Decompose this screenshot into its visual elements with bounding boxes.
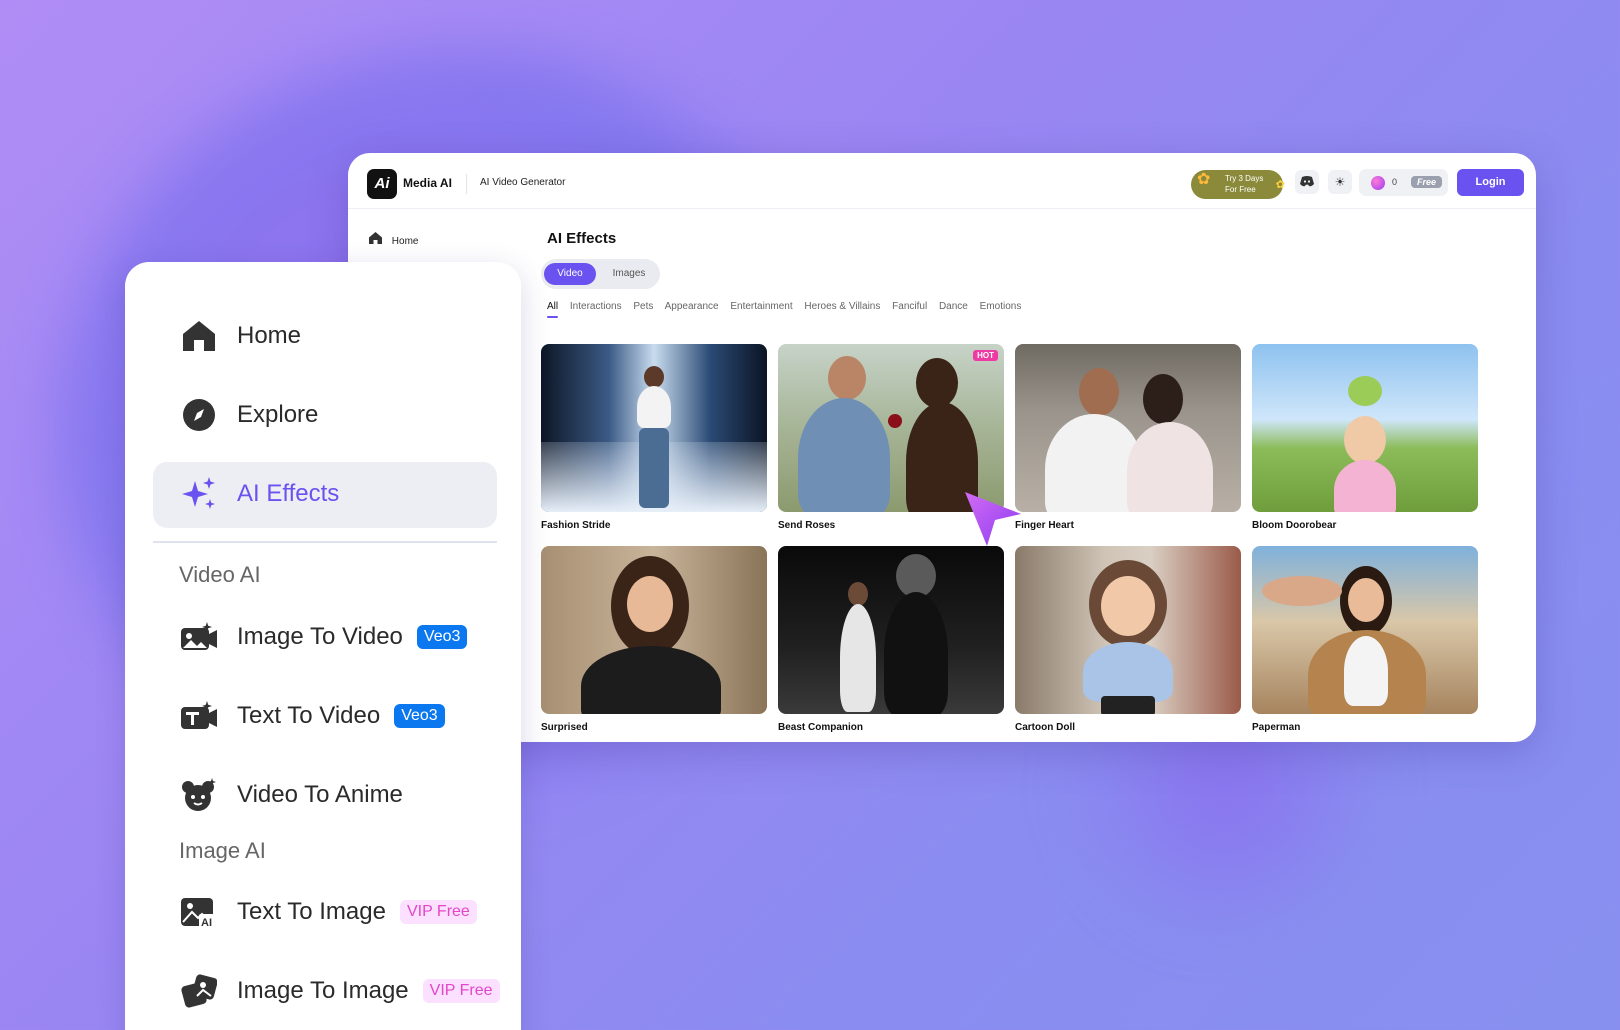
app-title: AI Video Generator (480, 177, 566, 188)
category-interactions[interactable]: Interactions (570, 301, 622, 312)
window-nav-home[interactable]: Home (369, 232, 418, 247)
ai-image-icon: AI (181, 894, 217, 930)
compass-icon (181, 397, 217, 433)
effect-card[interactable]: Finger Heart (1015, 344, 1241, 531)
sidebar-item-label: Text To Image (237, 898, 386, 925)
home-icon (181, 318, 217, 354)
app-window: Ai Media AI AI Video Generator ✿ Try 3 D… (348, 153, 1536, 742)
effect-thumbnail (1015, 546, 1241, 714)
trial-line-2: For Free (1225, 185, 1256, 194)
sidebar: Home Explore AI Effects Video AI Image T… (125, 262, 521, 1030)
section-heading-image-ai: Image AI (179, 838, 266, 863)
sidebar-item-explore[interactable]: Explore (181, 395, 318, 435)
effect-thumbnail: HOT (778, 344, 1004, 512)
sidebar-item-label: Image To Image (237, 977, 409, 1004)
sidebar-item-label: Video To Anime (237, 781, 403, 808)
vip-badge: VIP Free (422, 979, 500, 1003)
section-heading-video-ai: Video AI (179, 562, 261, 587)
effect-card[interactable]: Surprised (541, 546, 767, 733)
veo-badge: Veo3 (394, 704, 445, 728)
effect-title: Finger Heart (1015, 520, 1074, 531)
sidebar-item-home[interactable]: Home (181, 316, 301, 356)
divider (153, 541, 497, 543)
effect-title: Surprised (541, 722, 588, 733)
category-pets[interactable]: Pets (633, 301, 653, 312)
plan-badge: Free (1411, 176, 1443, 188)
effect-thumbnail (1252, 546, 1478, 714)
sidebar-item-text-to-image[interactable]: AI Text To Image VIP Free (181, 892, 477, 932)
sidebar-item-ai-effects[interactable]: AI Effects (181, 474, 339, 514)
top-bar: Ai Media AI AI Video Generator ✿ Try 3 D… (348, 153, 1536, 209)
effect-card[interactable]: Beast Companion (778, 546, 1004, 733)
effect-title: Cartoon Doll (1015, 722, 1075, 733)
effect-card[interactable]: Paperman (1252, 546, 1478, 733)
effect-thumbnail (541, 344, 767, 512)
home-icon (369, 232, 383, 247)
home-label: Home (391, 236, 419, 247)
anime-face-icon (181, 777, 217, 813)
image-video-icon (181, 619, 217, 655)
effect-thumbnail (541, 546, 767, 714)
logo[interactable]: Ai (367, 169, 397, 199)
credit-count: 0 (1392, 177, 1398, 187)
effect-title: Paperman (1252, 722, 1301, 733)
sidebar-item-label: AI Effects (237, 480, 340, 507)
effect-card[interactable]: Cartoon Doll (1015, 546, 1241, 733)
sparkle-icon (181, 476, 217, 512)
sidebar-item-label: Home (237, 322, 302, 349)
category-entertainment[interactable]: Entertainment (730, 301, 792, 312)
effect-thumbnail (778, 546, 1004, 714)
sidebar-item-image-to-image[interactable]: Image To Image VIP Free (181, 971, 500, 1011)
sidebar-item-label: Image To Video (237, 623, 403, 650)
login-button[interactable]: Login (1457, 169, 1524, 196)
effect-title: Bloom Doorobear (1252, 520, 1337, 531)
svg-text:AI: AI (201, 917, 212, 928)
divider (466, 174, 467, 194)
tab-images[interactable]: Images (601, 263, 657, 285)
category-emotions[interactable]: Emotions (980, 301, 1022, 312)
category-dance[interactable]: Dance (939, 301, 968, 312)
discord-icon[interactable] (1295, 170, 1319, 194)
sidebar-item-text-to-video[interactable]: Text To Video Veo3 (181, 696, 445, 736)
text-video-icon (181, 698, 217, 734)
credits-indicator[interactable]: 0 Free (1359, 169, 1448, 196)
trial-line-1: Try 3 Days (1225, 174, 1264, 183)
effect-title: Beast Companion (778, 722, 864, 733)
flower-icon: ✿ (1275, 179, 1285, 191)
sidebar-item-label: Text To Video (237, 702, 381, 729)
brand-name: Media AI (403, 176, 452, 190)
page-title: AI Effects (547, 230, 617, 247)
image-transform-icon (181, 973, 217, 1009)
sidebar-item-label: Explore (237, 401, 319, 428)
category-appearance[interactable]: Appearance (665, 301, 719, 312)
category-fanciful[interactable]: Fanciful (892, 301, 927, 312)
flower-icon: ✿ (1197, 171, 1211, 188)
effect-thumbnail (1252, 344, 1478, 512)
vip-badge: VIP Free (399, 900, 477, 924)
tab-video[interactable]: Video (544, 263, 596, 285)
effect-title: Fashion Stride (541, 520, 611, 531)
effect-thumbnail (1015, 344, 1241, 512)
hot-badge: HOT (973, 350, 998, 361)
theme-toggle-icon[interactable]: ☀ (1328, 170, 1352, 194)
category-heroes-villains[interactable]: Heroes & Villains (804, 301, 880, 312)
sidebar-item-video-to-anime[interactable]: Video To Anime (181, 775, 403, 815)
media-type-toggle: Video Images (541, 259, 660, 289)
veo-badge: Veo3 (416, 625, 468, 649)
free-trial-button[interactable]: ✿ Try 3 Days For Free ✿ (1191, 170, 1285, 199)
effect-card[interactable]: Bloom Doorobear (1252, 344, 1478, 531)
category-tabs: All Interactions Pets Appearance Enterta… (547, 301, 1030, 312)
effect-card[interactable]: Fashion Stride (541, 344, 767, 531)
pointer-cursor-icon (965, 492, 1021, 546)
gem-icon (1371, 176, 1385, 190)
sidebar-item-image-to-video[interactable]: Image To Video Veo3 (181, 617, 468, 657)
category-all[interactable]: All (547, 301, 558, 312)
